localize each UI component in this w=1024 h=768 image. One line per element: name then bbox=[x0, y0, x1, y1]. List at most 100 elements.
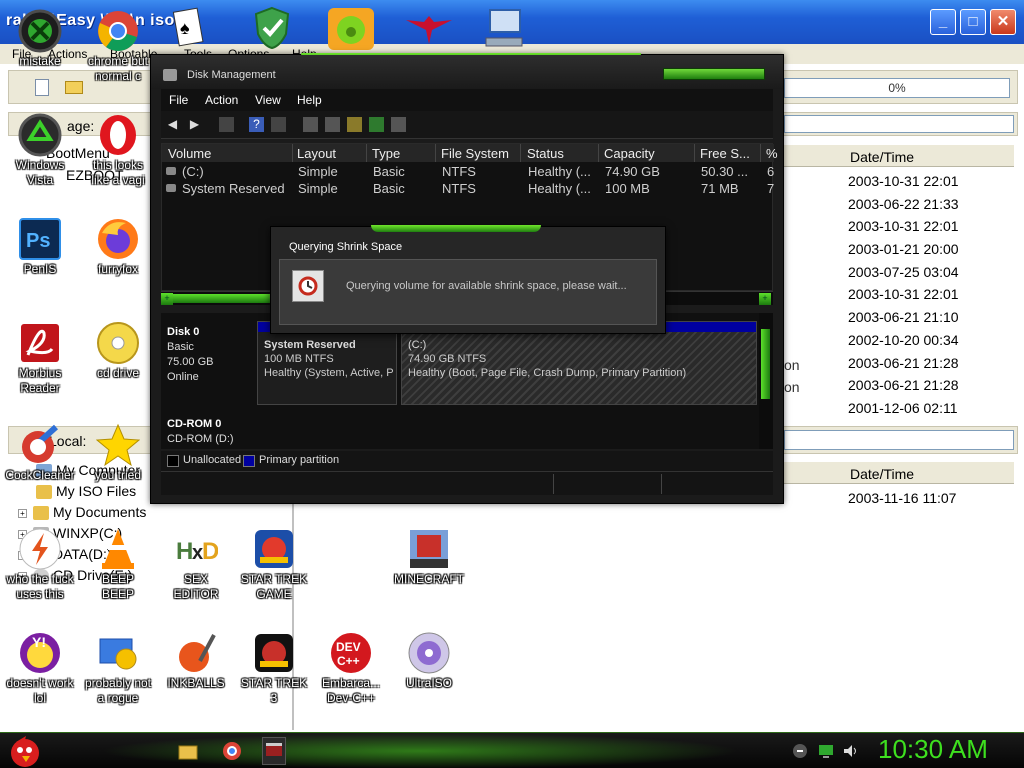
dm-menu-view[interactable]: View bbox=[255, 93, 281, 107]
desktop-icon-program[interactable]: probably not a rogue bbox=[78, 630, 158, 706]
date-cell: 2003-10-31 22:01 bbox=[848, 173, 959, 189]
desktop-icon-star-trek-game[interactable]: STAR TREK GAME bbox=[234, 526, 314, 602]
minimize-button[interactable]: _ bbox=[930, 9, 956, 35]
column-header[interactable]: File System bbox=[441, 146, 509, 161]
date-cell: 2003-01-21 20:00 bbox=[848, 241, 959, 258]
table-cell: Basic bbox=[373, 164, 405, 179]
close-button[interactable]: ✕ bbox=[990, 9, 1016, 35]
clock[interactable]: 10:30 AM bbox=[878, 734, 988, 765]
desktop-icon-hxd[interactable]: HxD SEX EDITOR bbox=[156, 526, 236, 602]
network-tray-icon[interactable] bbox=[792, 743, 808, 759]
date-cell: 2001-12-06 02:11 bbox=[848, 399, 958, 416]
desktop-icon-minecraft[interactable]: MINECRAFT bbox=[389, 526, 469, 587]
desktop-icon-devcpp[interactable]: DEV C++ Embarca... Dev-C++ bbox=[311, 630, 391, 706]
upper-date-column: 2003-10-31 22:01 2003-06-22 21:33 2003-1… bbox=[848, 170, 959, 420]
column-header[interactable]: % bbox=[766, 146, 778, 161]
tree-item-my-documents[interactable]: + My Documents bbox=[18, 504, 146, 524]
dm-menu-action[interactable]: Action bbox=[205, 93, 238, 107]
desktop-icon-ultraiso[interactable]: UltraISO bbox=[389, 630, 469, 691]
desktop-icon-yahoo[interactable]: Y! doesn't work lol bbox=[0, 630, 80, 706]
desktop-icon-opera[interactable]: this looks like a vagi bbox=[78, 112, 158, 188]
network-computer-icon[interactable] bbox=[484, 6, 530, 52]
cdrom-info[interactable]: CD-ROM 0 CD-ROM (D:) bbox=[167, 417, 251, 447]
scroll-thumb[interactable] bbox=[173, 294, 273, 303]
dm-menu-help[interactable]: Help bbox=[297, 93, 322, 107]
upper-list-header: Date/Time bbox=[782, 145, 1014, 167]
help-icon[interactable]: ? bbox=[249, 117, 264, 132]
chrome-taskbar-icon[interactable] bbox=[222, 741, 242, 761]
forward-icon[interactable]: ▶ bbox=[187, 117, 202, 132]
new-file-icon[interactable] bbox=[35, 79, 49, 96]
volume-tray-icon[interactable] bbox=[842, 743, 858, 759]
window-controls[interactable] bbox=[663, 68, 765, 80]
column-divider bbox=[435, 144, 436, 162]
svg-text:DEV: DEV bbox=[336, 640, 361, 654]
dm-menu-file[interactable]: File bbox=[169, 93, 188, 107]
status-bar bbox=[161, 471, 773, 495]
start-button[interactable] bbox=[6, 734, 44, 768]
desktop-icon-chrome[interactable]: chrome but normal c bbox=[78, 8, 158, 84]
open-icon[interactable] bbox=[347, 117, 362, 132]
date-time-header[interactable]: Date/Time bbox=[850, 149, 914, 165]
desktop-icon-windows-vista[interactable]: Windows Vista bbox=[0, 112, 80, 188]
disk0-info[interactable]: Disk 0 Basic 75.00 GB Online bbox=[167, 325, 251, 385]
partition-size: 100 MB NTFS bbox=[264, 353, 334, 365]
table-cell: 100 MB bbox=[605, 181, 650, 196]
table-cell: 6 bbox=[767, 164, 775, 179]
vertical-scrollbar[interactable] bbox=[759, 313, 773, 449]
desktop-icon-label: STAR TREK GAME bbox=[240, 572, 308, 601]
scroll-thumb[interactable] bbox=[761, 329, 770, 399]
scroll-right-button[interactable]: + bbox=[759, 293, 771, 305]
cdrom-name: CD-ROM 0 bbox=[167, 418, 222, 430]
acrobat-icon bbox=[17, 320, 63, 366]
scroll-left-button[interactable]: + bbox=[161, 293, 173, 305]
desktop-icon-you-tried[interactable]: you tried bbox=[78, 422, 158, 483]
explorer-taskbar-icon[interactable] bbox=[178, 741, 198, 761]
recycle-icon bbox=[17, 112, 63, 158]
local-path-field[interactable] bbox=[784, 430, 1014, 450]
shield-icon[interactable] bbox=[252, 6, 292, 50]
desktop-icon-cd-drive[interactable]: cd drive bbox=[78, 320, 158, 381]
bad-piggies-icon[interactable] bbox=[326, 6, 376, 52]
disk-management-taskbar-icon[interactable] bbox=[262, 737, 286, 765]
tree-item-my-iso-files[interactable]: My ISO Files bbox=[36, 483, 136, 503]
disk-management-menubar: File Action View Help bbox=[161, 89, 773, 111]
desktop-icon-star-trek-3[interactable]: STAR TREK 3 bbox=[234, 630, 314, 706]
refresh-icon[interactable] bbox=[303, 117, 318, 132]
properties-icon[interactable] bbox=[271, 117, 286, 132]
desktop-icon-flash[interactable]: who the fuck uses this bbox=[0, 526, 80, 602]
desktop-icon-mistake[interactable]: mistake bbox=[0, 8, 80, 69]
table-cell: NTFS bbox=[442, 181, 476, 196]
settings-icon[interactable] bbox=[391, 117, 406, 132]
column-header[interactable]: Type bbox=[372, 146, 400, 161]
column-header[interactable]: Layout bbox=[297, 146, 336, 161]
display-tray-icon[interactable] bbox=[818, 743, 834, 759]
desktop-icon-photoshop[interactable]: Ps PenIS bbox=[0, 216, 80, 277]
querying-shrink-space-dialog: Querying Shrink Space Querying volume fo… bbox=[270, 225, 666, 334]
column-header[interactable]: Free S... bbox=[700, 146, 750, 161]
desktop-icon-ccleaner[interactable]: CockCleaner bbox=[0, 422, 80, 483]
rescan-icon[interactable] bbox=[325, 117, 340, 132]
path-field[interactable] bbox=[784, 115, 1014, 133]
desktop-icon-inkball[interactable]: INKBALLS bbox=[156, 630, 236, 691]
maximize-button[interactable]: □ bbox=[960, 9, 986, 35]
disk-management-titlebar[interactable]: Disk Management bbox=[151, 55, 783, 89]
desktop-icon-label: furryfox bbox=[97, 262, 138, 276]
desktop-icon-vlc[interactable]: BEEP BEEP bbox=[78, 526, 158, 602]
expand-icon[interactable]: + bbox=[18, 508, 27, 518]
show-hide-console-icon[interactable] bbox=[219, 117, 234, 132]
column-header[interactable]: Status bbox=[527, 146, 564, 161]
column-divider bbox=[760, 144, 761, 162]
desktop-icon-acrobat[interactable]: Morbius Reader bbox=[0, 320, 80, 396]
explore-icon[interactable] bbox=[369, 117, 384, 132]
winged-logo-icon[interactable] bbox=[404, 10, 454, 50]
xbox-icon bbox=[17, 8, 63, 54]
cards-icon[interactable]: ♠ bbox=[170, 6, 210, 50]
local-date-time-header[interactable]: Date/Time bbox=[850, 466, 914, 482]
column-header[interactable]: Capacity bbox=[604, 146, 655, 161]
desktop-icon-firefox[interactable]: furryfox bbox=[78, 216, 158, 277]
progress-indicator: 0% bbox=[784, 78, 1010, 98]
disk0-name: Disk 0 bbox=[167, 326, 200, 338]
column-header[interactable]: Volume bbox=[168, 146, 211, 161]
back-icon[interactable]: ◀ bbox=[165, 117, 180, 132]
